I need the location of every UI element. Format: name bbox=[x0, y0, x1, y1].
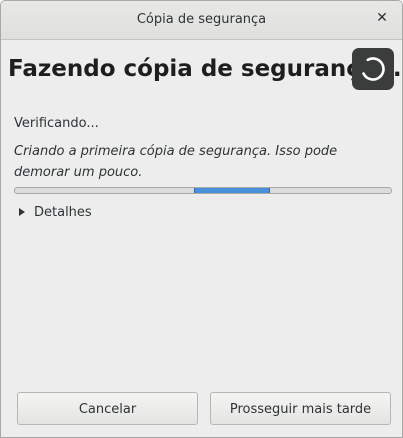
resume-later-button[interactable]: Prosseguir mais tarde bbox=[210, 392, 391, 425]
window-title: Cópia de segurança bbox=[136, 12, 267, 27]
status-text: Verificando... bbox=[14, 116, 99, 131]
cancel-button[interactable]: Cancelar bbox=[17, 392, 198, 425]
page-title: Fazendo cópia de segurança... bbox=[8, 56, 402, 82]
backup-dialog: Cópia de segurança ✕ Fazendo cópia de se… bbox=[0, 0, 403, 438]
progress-bar bbox=[14, 187, 392, 194]
details-expander-label: Detalhes bbox=[34, 204, 92, 220]
expander-arrow-icon bbox=[19, 208, 25, 216]
details-expander[interactable]: Detalhes bbox=[19, 203, 92, 221]
title-bar[interactable]: Cópia de segurança ✕ bbox=[1, 1, 402, 40]
close-icon[interactable]: ✕ bbox=[374, 10, 390, 26]
progress-pulse bbox=[194, 188, 270, 193]
spinner-graphic bbox=[361, 57, 385, 81]
spinner-icon bbox=[352, 48, 394, 90]
detail-text: Criando a primeira cópia de segurança. I… bbox=[14, 144, 338, 180]
